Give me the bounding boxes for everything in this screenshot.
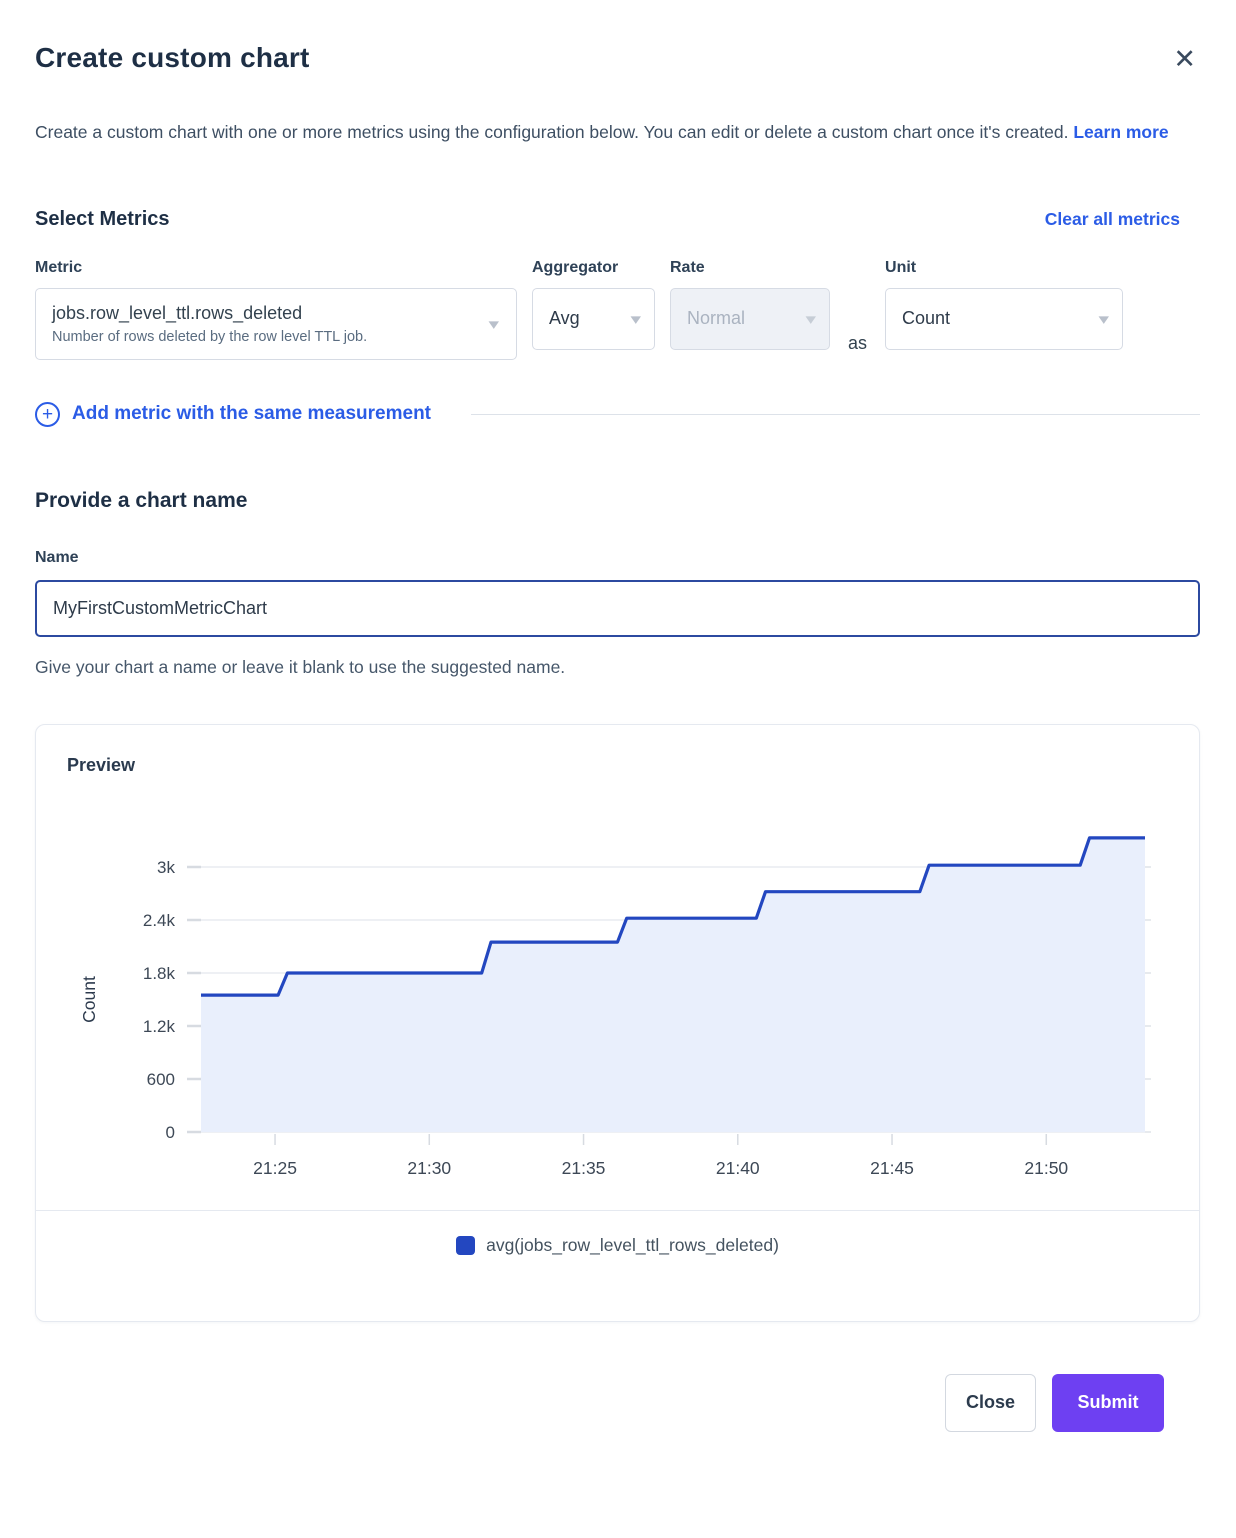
svg-text:21:30: 21:30	[407, 1158, 451, 1178]
chevron-down-icon: ▾	[1099, 310, 1110, 328]
add-metric-row: + Add metric with the same measurement	[35, 402, 1200, 427]
svg-text:1.2k: 1.2k	[143, 1017, 176, 1036]
svg-text:2.4k: 2.4k	[143, 911, 176, 930]
svg-text:21:50: 21:50	[1024, 1158, 1068, 1178]
submit-button[interactable]: Submit	[1052, 1374, 1164, 1432]
chart-legend: avg(jobs_row_level_ttl_rows_deleted)	[67, 1211, 1168, 1282]
aggregator-select[interactable]: Avg ▾	[532, 288, 655, 350]
chevron-down-icon: ▾	[806, 310, 817, 328]
unit-field: Unit Count ▾	[885, 259, 1123, 350]
rate-select: Normal ▾	[670, 288, 830, 350]
unit-select-value: Count	[902, 308, 950, 329]
svg-text:0: 0	[166, 1123, 175, 1142]
metric-field: Metric jobs.row_level_ttl.rows_deleted N…	[35, 259, 517, 360]
aggregator-select-value: Avg	[549, 308, 580, 329]
close-icon[interactable]: ✕	[1169, 44, 1200, 75]
svg-text:1.8k: 1.8k	[143, 964, 176, 983]
svg-text:21:45: 21:45	[870, 1158, 914, 1178]
unit-select[interactable]: Count ▾	[885, 288, 1123, 350]
modal-header: Create custom chart ✕	[35, 42, 1200, 75]
preview-title: Preview	[67, 755, 1168, 776]
modal-title: Create custom chart	[35, 42, 310, 74]
as-connector-label: as	[848, 333, 867, 354]
metric-select-value: jobs.row_level_ttl.rows_deleted	[52, 302, 367, 325]
learn-more-link[interactable]: Learn more	[1073, 122, 1168, 142]
clear-all-metrics-link[interactable]: Clear all metrics	[1045, 209, 1180, 230]
modal-footer: Close Submit	[35, 1374, 1200, 1432]
rate-select-value: Normal	[687, 308, 745, 329]
metric-config-row: Metric jobs.row_level_ttl.rows_deleted N…	[35, 259, 1200, 360]
chart-wrap: 0 600 1.2k 1.8k 2.4k 3k 21:25 21:30 21:35 21:40 21…	[67, 802, 1168, 1192]
name-helper-text: Give your chart a name or leave it blank…	[35, 657, 1200, 678]
modal-description-text: Create a custom chart with one or more m…	[35, 122, 1068, 142]
add-metric-button[interactable]: + Add metric with the same measurement	[35, 402, 431, 427]
rate-label: Rate	[670, 259, 830, 277]
preview-card: Preview 0 600 1.2k 1.8k 2.4k 3k 21:25 21:30 21:3…	[35, 724, 1200, 1322]
unit-label: Unit	[885, 259, 1123, 277]
legend-swatch	[456, 1236, 475, 1255]
modal-description: Create a custom chart with one or more m…	[35, 113, 1185, 152]
select-metrics-header: Select Metrics Clear all metrics	[35, 208, 1200, 231]
create-custom-chart-modal: Create custom chart ✕ Create a custom ch…	[0, 0, 1236, 1432]
chevron-down-icon: ▾	[631, 310, 642, 328]
divider	[471, 414, 1200, 415]
chart-name-input[interactable]	[35, 580, 1200, 637]
legend-label: avg(jobs_row_level_ttl_rows_deleted)	[486, 1235, 779, 1256]
metric-select-description: Number of rows deleted by the row level …	[52, 329, 367, 345]
svg-text:21:25: 21:25	[253, 1158, 297, 1178]
metric-label: Metric	[35, 259, 517, 277]
select-metrics-title: Select Metrics	[35, 208, 170, 231]
svg-text:21:40: 21:40	[716, 1158, 760, 1178]
name-label: Name	[35, 549, 1200, 567]
aggregator-label: Aggregator	[532, 259, 655, 277]
svg-text:21:35: 21:35	[562, 1158, 606, 1178]
svg-text:3k: 3k	[157, 858, 175, 877]
chart-name-heading: Provide a chart name	[35, 489, 1200, 513]
plus-circle-icon: +	[35, 402, 60, 427]
preview-chart: 0 600 1.2k 1.8k 2.4k 3k 21:25 21:30 21:35 21:40 21…	[67, 802, 1169, 1187]
chevron-down-icon: ▾	[489, 315, 500, 333]
svg-text:Count: Count	[79, 976, 99, 1023]
rate-field: Rate Normal ▾	[670, 259, 830, 350]
metric-select-texts: jobs.row_level_ttl.rows_deleted Number o…	[52, 302, 367, 344]
svg-text:600: 600	[147, 1070, 175, 1089]
metric-select[interactable]: jobs.row_level_ttl.rows_deleted Number o…	[35, 288, 517, 360]
aggregator-field: Aggregator Avg ▾	[532, 259, 655, 350]
add-metric-label: Add metric with the same measurement	[72, 403, 431, 425]
close-button[interactable]: Close	[945, 1374, 1036, 1432]
